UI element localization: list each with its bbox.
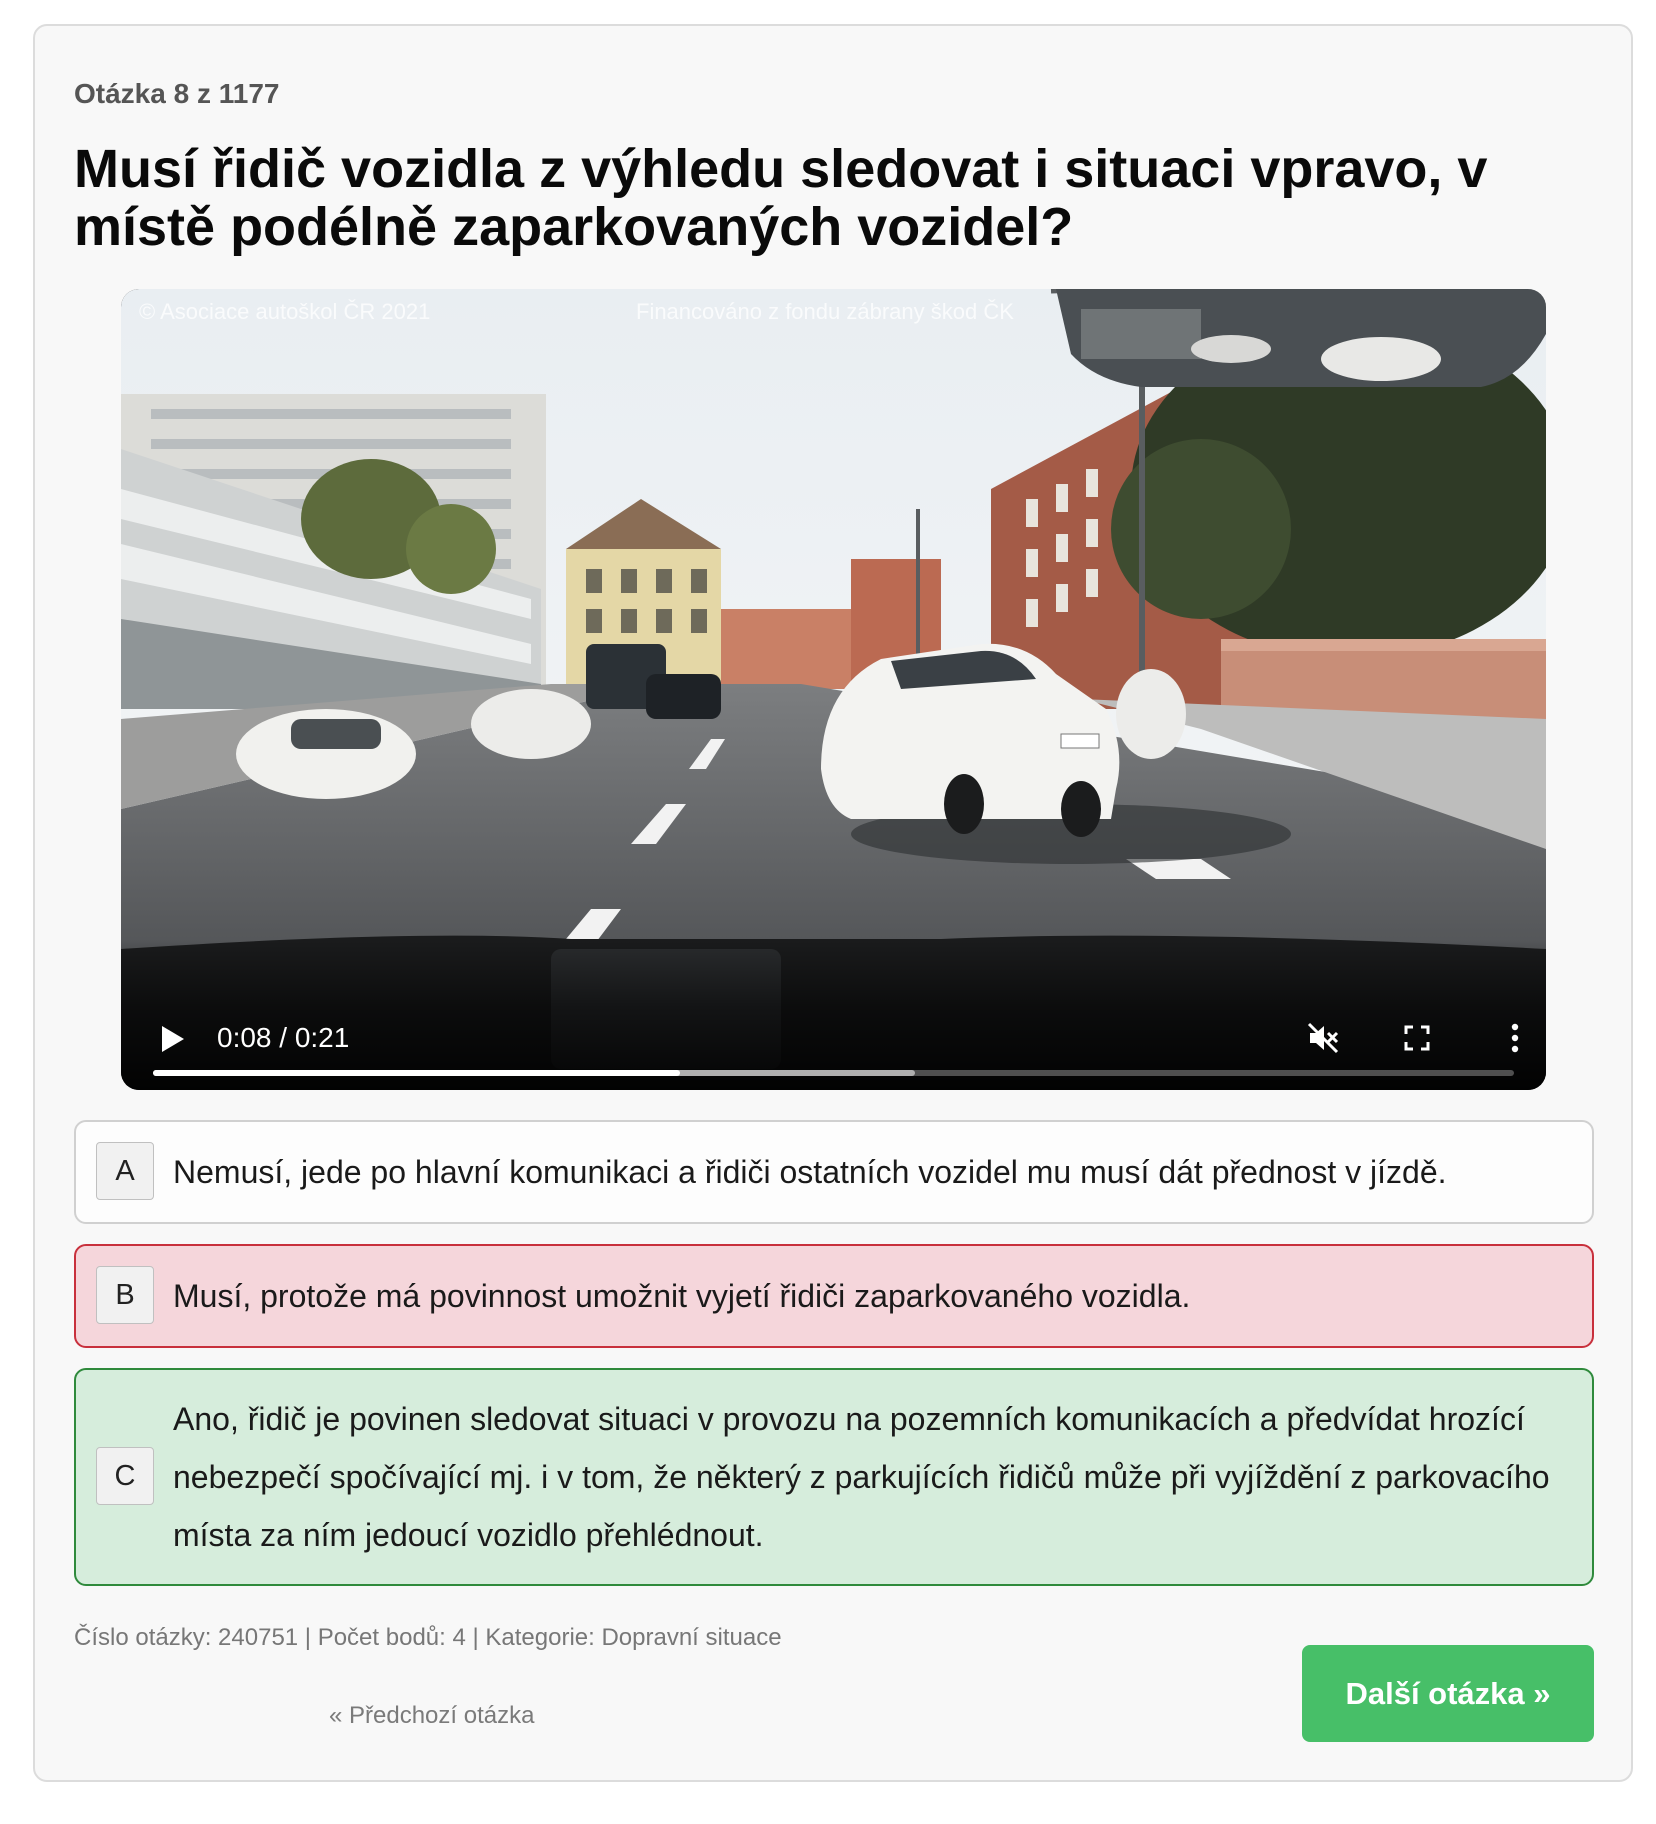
previous-question-link[interactable]: « Předchozí otázka: [329, 1702, 534, 1730]
video-watermark-funding: Financováno z fondu zábrany škod ČK: [636, 299, 1014, 324]
video-controls: 0:08 / 0:21: [121, 940, 1546, 1090]
question-title: Musí řidič vozidla z výhledu sledovat i …: [74, 139, 1488, 257]
answer-option-b[interactable]: B Musí, protože má povinnost umožnit vyj…: [74, 1244, 1594, 1348]
video-time: 0:08 / 0:21: [217, 1022, 350, 1053]
answer-option-c[interactable]: C Ano, řidič je povinen sledovat situaci…: [74, 1368, 1594, 1586]
play-icon[interactable]: [159, 1023, 187, 1055]
answer-text: Ano, řidič je povinen sledovat situaci v…: [173, 1401, 1550, 1553]
answer-text: Nemusí, jede po hlavní komunikaci a řidi…: [173, 1154, 1447, 1190]
answer-letter: A: [96, 1142, 154, 1200]
video-played-bar: [153, 1070, 680, 1076]
question-meta: Číslo otázky: 240751 | Počet bodů: 4 | K…: [74, 1624, 782, 1651]
question-counter: Otázka 8 z 1177: [74, 78, 280, 109]
answer-text: Musí, protože má povinnost umožnit vyjet…: [173, 1278, 1191, 1314]
video-player[interactable]: © Asociace autoškol ČR 2021 Financováno …: [121, 289, 1546, 1090]
answer-letter: B: [96, 1266, 154, 1324]
more-vertical-icon[interactable]: [1497, 1020, 1533, 1056]
next-question-button[interactable]: Další otázka »: [1302, 1645, 1594, 1742]
video-watermark-copyright: © Asociace autoškol ČR 2021: [139, 299, 431, 324]
video-progress-bar[interactable]: [153, 1070, 1514, 1076]
answer-letter: C: [96, 1447, 154, 1505]
volume-muted-icon[interactable]: [1305, 1020, 1341, 1056]
answer-option-a[interactable]: A Nemusí, jede po hlavní komunikaci a ři…: [74, 1120, 1594, 1224]
fullscreen-icon[interactable]: [1399, 1020, 1435, 1056]
